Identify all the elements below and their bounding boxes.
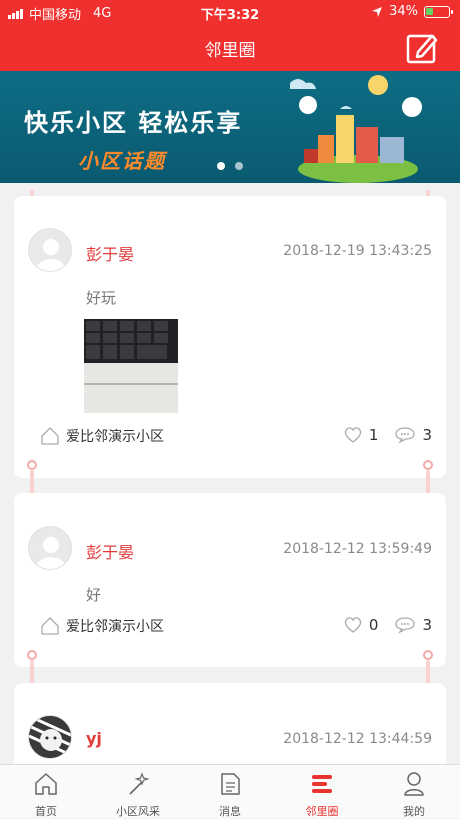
post-content: 好玩 [86,289,117,307]
ring-decoration [423,460,433,470]
avatar[interactable] [28,715,72,759]
magic-wand-icon [129,772,150,795]
carousel-dot[interactable] [235,162,243,170]
comment-icon[interactable] [394,426,416,444]
community-name: 爱比邻演示小区 [66,429,164,445]
comment-icon[interactable] [394,616,416,634]
neighborhood-icon [312,775,332,793]
community-tag[interactable]: 爱比邻演示小区 [40,616,164,636]
status-right: 34% [371,4,453,19]
battery-percent: 34% [389,4,418,19]
post-content: 好 [86,586,102,604]
tab-profile[interactable]: 我的 [368,765,460,819]
edit-icon[interactable] [406,32,438,64]
user-icon [404,772,424,796]
status-bar: 中国移动 4G 下午3:32 34% [0,0,460,24]
avatar[interactable] [28,228,72,272]
carousel-dot-active[interactable] [217,162,225,170]
post-actions: 0 3 [343,616,432,634]
nav-bar: 邻里圈 [0,24,460,71]
tab-messages[interactable]: 消息 [184,765,276,819]
tab-label: 小区风采 [116,805,160,818]
battery-icon [424,5,453,18]
post-actions: 1 3 [343,426,432,444]
tab-home[interactable]: 首页 [0,765,92,819]
tab-neighborhood[interactable]: 邻里圈 [276,765,368,819]
post-time: 2018-12-19 13:43:25 [283,243,432,259]
home-outline-icon [41,617,59,635]
comment-count: 3 [422,426,432,444]
location-arrow-icon [372,6,383,17]
tab-label: 首页 [35,805,57,818]
tab-label: 消息 [219,805,241,818]
like-count: 0 [368,616,379,634]
home-icon [35,773,57,795]
tab-community-style[interactable]: 小区风采 [92,765,184,819]
home-outline-icon [41,427,59,445]
page-title: 邻里圈 [204,41,256,61]
like-count: 1 [368,426,379,444]
avatar[interactable] [28,526,72,570]
author-name[interactable]: 彭于晏 [86,241,134,265]
banner-main-text: 快乐小区 轻松乐享 [24,109,243,137]
post-photo[interactable] [84,319,178,413]
post-card[interactable]: yj 2018-12-12 13:44:59 [14,683,446,773]
tab-label: 我的 [403,805,425,818]
author-name[interactable]: yj [86,729,102,748]
community-name: 爱比邻演示小区 [66,619,164,635]
ring-decoration [27,460,37,470]
post-time: 2018-12-12 13:59:49 [283,541,432,557]
document-icon [221,773,240,795]
ring-decoration [27,650,37,660]
heart-icon[interactable] [343,426,363,444]
banner-sub-text: 小区话题 [78,149,166,173]
community-tag[interactable]: 爱比邻演示小区 [40,426,164,446]
post-card[interactable]: 彭于晏 2018-12-12 13:59:49 好 爱比邻演示小区 0 3 [14,493,446,667]
post-time: 2018-12-12 13:44:59 [283,731,432,747]
heart-icon[interactable] [343,616,363,634]
post-card[interactable]: 彭于晏 2018-12-19 13:43:25 好玩 爱比邻演示小区 1 3 [14,196,446,478]
tab-bar: 首页 小区风采 消息 邻里圈 我的 [0,764,460,818]
ring-decoration [423,650,433,660]
banner-carousel[interactable]: 快乐小区 轻松乐享 小区话题 [0,71,460,183]
author-name[interactable]: 彭于晏 [86,539,134,563]
tab-label: 邻里圈 [305,805,339,818]
comment-count: 3 [422,616,432,634]
